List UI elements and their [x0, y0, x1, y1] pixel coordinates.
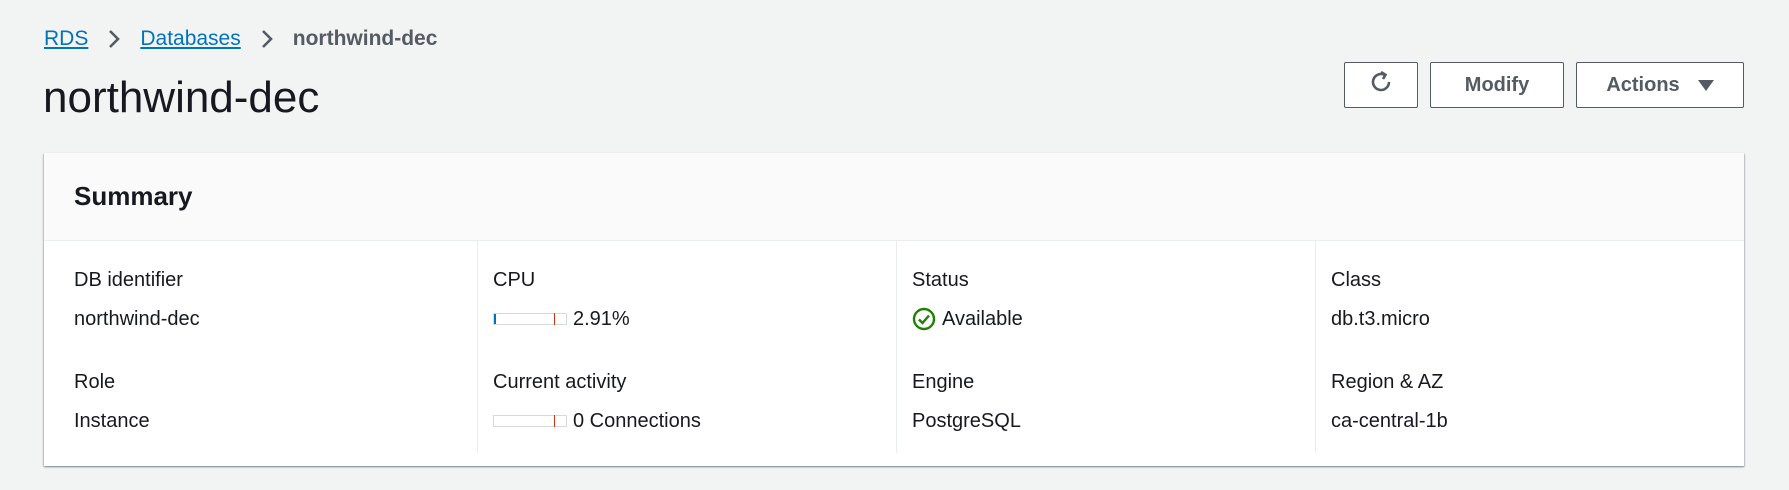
role-value: Instance: [74, 410, 150, 432]
status-badge: Available: [942, 308, 1023, 330]
connections-meter-threshold: [554, 415, 555, 427]
summary-column-3: Status Available Engine PostgreSQL: [896, 241, 1315, 453]
breadcrumb-current: northwind-dec: [292, 27, 438, 50]
class-label: Class: [1331, 269, 1382, 291]
page-title: northwind-dec: [43, 73, 320, 122]
current-activity-value: 0 Connections: [573, 410, 701, 432]
modify-button-label: Modify: [1464, 73, 1530, 96]
cpu-value-row: 2.91%: [493, 306, 630, 332]
actions-dropdown-button[interactable]: Actions: [1576, 62, 1744, 108]
summary-header: Summary: [44, 153, 1744, 241]
role-field: Role Instance: [74, 369, 150, 434]
cpu-value: 2.91%: [573, 308, 630, 330]
summary-column-1: DB identifier northwind-dec Role Instanc…: [44, 241, 477, 453]
summary-columns: DB identifier northwind-dec Role Instanc…: [44, 241, 1744, 453]
engine-label: Engine: [912, 371, 975, 393]
check-circle-icon: [912, 307, 936, 331]
status-value-row: Available: [912, 306, 1023, 332]
breadcrumb: RDS Databases northwind-dec: [44, 24, 437, 54]
breadcrumb-link-rds[interactable]: RDS: [44, 27, 88, 51]
region-az-field: Region & AZ ca-central-1b: [1331, 369, 1448, 434]
cpu-meter-threshold: [554, 313, 555, 325]
summary-column-2: CPU 2.91% Current activity 0 Connections: [477, 241, 896, 453]
connections-meter: [493, 415, 567, 427]
chevron-right-icon: [253, 27, 281, 51]
cpu-label: CPU: [493, 269, 536, 291]
class-value: db.t3.micro: [1331, 308, 1430, 330]
region-az-label: Region & AZ: [1331, 371, 1444, 393]
db-identifier-field: DB identifier northwind-dec: [74, 267, 200, 332]
chevron-right-icon: [100, 27, 128, 51]
caret-down-icon: [1697, 79, 1714, 91]
db-identifier-label: DB identifier: [74, 269, 183, 291]
cpu-meter-fill: [494, 314, 497, 324]
refresh-button[interactable]: [1344, 62, 1418, 108]
class-field: Class db.t3.micro: [1331, 267, 1430, 332]
role-label: Role: [74, 371, 116, 393]
modify-button[interactable]: Modify: [1430, 62, 1564, 108]
summary-title: Summary: [74, 181, 193, 211]
current-activity-value-row: 0 Connections: [493, 408, 701, 434]
engine-field: Engine PostgreSQL: [912, 369, 1021, 434]
breadcrumb-link-databases[interactable]: Databases: [140, 27, 240, 51]
current-activity-field: Current activity 0 Connections: [493, 369, 701, 434]
cpu-field: CPU 2.91%: [493, 267, 630, 332]
status-field: Status Available: [912, 267, 1023, 332]
actions-button-label: Actions: [1606, 73, 1680, 96]
summary-column-4: Class db.t3.micro Region & AZ ca-central…: [1315, 241, 1734, 453]
current-activity-label: Current activity: [493, 371, 627, 393]
region-az-value: ca-central-1b: [1331, 410, 1448, 432]
summary-panel: Summary DB identifier northwind-dec Role…: [44, 153, 1744, 466]
engine-value: PostgreSQL: [912, 410, 1021, 432]
db-identifier-value: northwind-dec: [74, 308, 200, 330]
refresh-icon: [1368, 69, 1394, 101]
cpu-meter: [493, 313, 567, 325]
status-label: Status: [912, 269, 969, 291]
